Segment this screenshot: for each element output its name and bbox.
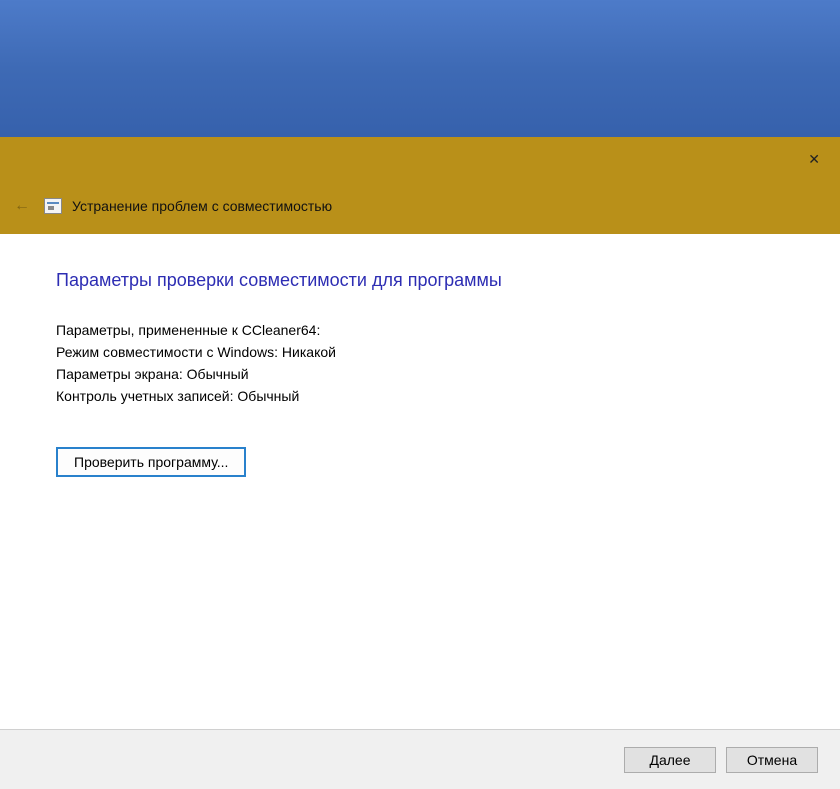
cancel-button[interactable]: Отмена — [726, 747, 818, 773]
back-arrow-icon: ← — [14, 197, 30, 215]
params-applied-to: Параметры, примененные к CCleaner64: — [56, 319, 784, 341]
uac-setting: Контроль учетных записей: Обычный — [56, 385, 784, 407]
content-area: Параметры проверки совместимости для про… — [0, 234, 840, 729]
verify-program-button[interactable]: Проверить программу... — [56, 447, 246, 477]
troubleshoot-icon — [44, 198, 62, 214]
header-bar: ✕ ← Устранение проблем с совместимостью — [0, 137, 840, 234]
close-icon[interactable]: ✕ — [800, 147, 828, 172]
footer-bar: Далее Отмена — [0, 729, 840, 789]
page-title: Параметры проверки совместимости для про… — [56, 270, 784, 291]
desktop-background — [0, 0, 840, 137]
screen-parameters: Параметры экрана: Обычный — [56, 363, 784, 385]
compatibility-mode: Режим совместимости с Windows: Никакой — [56, 341, 784, 363]
header-title: Устранение проблем с совместимостью — [72, 198, 332, 214]
next-button[interactable]: Далее — [624, 747, 716, 773]
